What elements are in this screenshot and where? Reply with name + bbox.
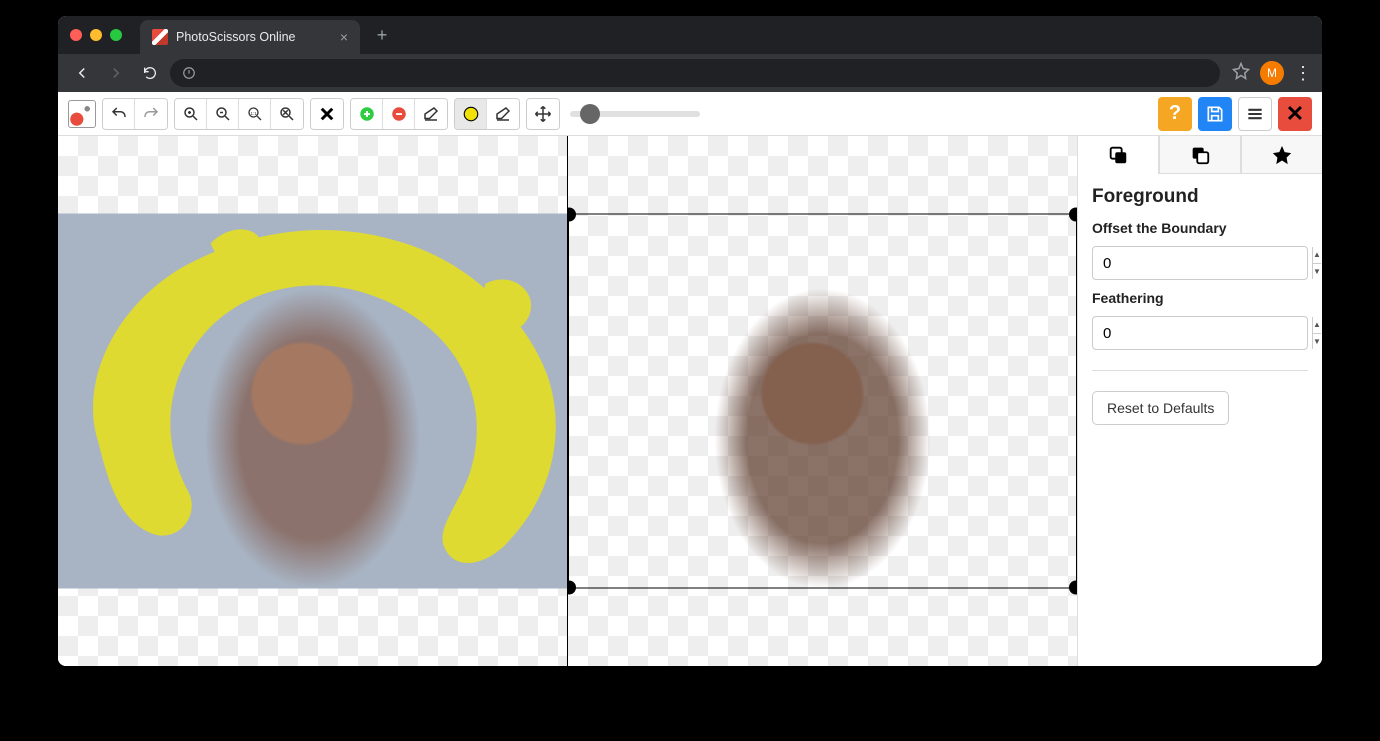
help-button[interactable]: ? bbox=[1158, 97, 1192, 131]
crop-handle-bottom-right[interactable] bbox=[1069, 581, 1077, 595]
edit-pane[interactable] bbox=[58, 136, 567, 666]
hair-group bbox=[454, 98, 520, 130]
offset-stepper: ▲ ▼ bbox=[1312, 247, 1321, 279]
zoom-fit-button[interactable] bbox=[271, 99, 303, 129]
right-tool-group: ? ✕ bbox=[1158, 97, 1312, 131]
side-panel: Foreground Offset the Boundary ▲ ▼ Feath… bbox=[1077, 136, 1322, 666]
bookmark-star-icon[interactable] bbox=[1232, 62, 1250, 85]
feather-stepper: ▲ ▼ bbox=[1312, 317, 1321, 349]
feather-label: Feathering bbox=[1092, 290, 1308, 306]
photoscissors-logo-icon[interactable] bbox=[68, 100, 96, 128]
offset-field-wrap: ▲ ▼ bbox=[1092, 246, 1308, 280]
new-tab-button[interactable]: + bbox=[368, 21, 396, 49]
browser-right-icons: M ⋮ bbox=[1226, 61, 1312, 85]
zoom-group: 1:1 bbox=[174, 98, 304, 130]
favicon-icon bbox=[152, 29, 168, 45]
profile-avatar[interactable]: M bbox=[1260, 61, 1284, 85]
panel-body: Foreground Offset the Boundary ▲ ▼ Feath… bbox=[1078, 174, 1322, 437]
result-pane[interactable] bbox=[567, 136, 1077, 666]
crop-handle-top-right[interactable] bbox=[1069, 208, 1077, 222]
hair-marker-button[interactable] bbox=[455, 99, 487, 129]
window-minimize-dot[interactable] bbox=[90, 29, 102, 41]
nav-forward-button[interactable] bbox=[102, 59, 130, 87]
zoom-actual-button[interactable]: 1:1 bbox=[239, 99, 271, 129]
nav-back-button[interactable] bbox=[68, 59, 96, 87]
feather-step-down[interactable]: ▼ bbox=[1313, 334, 1321, 350]
tab-close-icon[interactable]: × bbox=[340, 29, 348, 45]
tab-title: PhotoScissors Online bbox=[176, 30, 296, 44]
feather-input[interactable] bbox=[1093, 325, 1312, 342]
brush-size-slider[interactable] bbox=[570, 111, 700, 117]
hair-eraser-button[interactable] bbox=[487, 99, 519, 129]
feather-field-wrap: ▲ ▼ bbox=[1092, 316, 1308, 350]
browser-tab[interactable]: PhotoScissors Online × bbox=[140, 20, 360, 54]
panel-tabs bbox=[1078, 136, 1322, 174]
pan-button[interactable] bbox=[527, 99, 559, 129]
feather-step-up[interactable]: ▲ bbox=[1313, 317, 1321, 334]
effects-tab[interactable] bbox=[1241, 136, 1322, 174]
offset-input[interactable] bbox=[1093, 255, 1312, 272]
marker-group bbox=[350, 98, 448, 130]
zoom-in-button[interactable] bbox=[175, 99, 207, 129]
traffic-lights bbox=[70, 29, 122, 41]
clear-group bbox=[310, 98, 344, 130]
offset-label: Offset the Boundary bbox=[1092, 220, 1308, 236]
crop-handle-top-left[interactable] bbox=[567, 208, 576, 222]
save-button[interactable] bbox=[1198, 97, 1232, 131]
panel-title: Foreground bbox=[1092, 186, 1308, 208]
marker-eraser-button[interactable] bbox=[415, 99, 447, 129]
background-tab[interactable] bbox=[1159, 136, 1241, 174]
foreground-tab[interactable] bbox=[1078, 136, 1159, 174]
offset-step-up[interactable]: ▲ bbox=[1313, 247, 1321, 264]
zoom-out-button[interactable] bbox=[207, 99, 239, 129]
browser-address-bar: M ⋮ bbox=[58, 54, 1322, 92]
app-close-button[interactable]: ✕ bbox=[1278, 97, 1312, 131]
canvas-area bbox=[58, 136, 1077, 666]
window-zoom-dot[interactable] bbox=[110, 29, 122, 41]
pan-group bbox=[526, 98, 560, 130]
slider-thumb[interactable] bbox=[580, 104, 600, 124]
content-area: Foreground Offset the Boundary ▲ ▼ Feath… bbox=[58, 136, 1322, 666]
redo-button[interactable] bbox=[135, 99, 167, 129]
clear-marks-button[interactable] bbox=[311, 99, 343, 129]
app-toolbar: 1:1 bbox=[58, 92, 1322, 136]
svg-text:1:1: 1:1 bbox=[250, 110, 257, 115]
history-group bbox=[102, 98, 168, 130]
hair-marker-overlay bbox=[58, 214, 567, 589]
undo-button[interactable] bbox=[103, 99, 135, 129]
foreground-marker-button[interactable] bbox=[351, 99, 383, 129]
avatar-letter: M bbox=[1267, 66, 1277, 80]
background-marker-button[interactable] bbox=[383, 99, 415, 129]
window-close-dot[interactable] bbox=[70, 29, 82, 41]
crop-frame[interactable] bbox=[568, 214, 1077, 589]
browser-window: PhotoScissors Online × + M ⋮ bbox=[58, 16, 1322, 666]
offset-step-down[interactable]: ▼ bbox=[1313, 264, 1321, 280]
browser-menu-icon[interactable]: ⋮ bbox=[1294, 63, 1312, 84]
nav-reload-button[interactable] bbox=[136, 59, 164, 87]
browser-tab-bar: PhotoScissors Online × + bbox=[58, 16, 1322, 54]
url-input[interactable] bbox=[170, 59, 1220, 87]
source-image bbox=[58, 214, 567, 589]
panel-divider bbox=[1092, 370, 1308, 371]
app-menu-button[interactable] bbox=[1238, 97, 1272, 131]
reset-defaults-button[interactable]: Reset to Defaults bbox=[1092, 391, 1229, 425]
